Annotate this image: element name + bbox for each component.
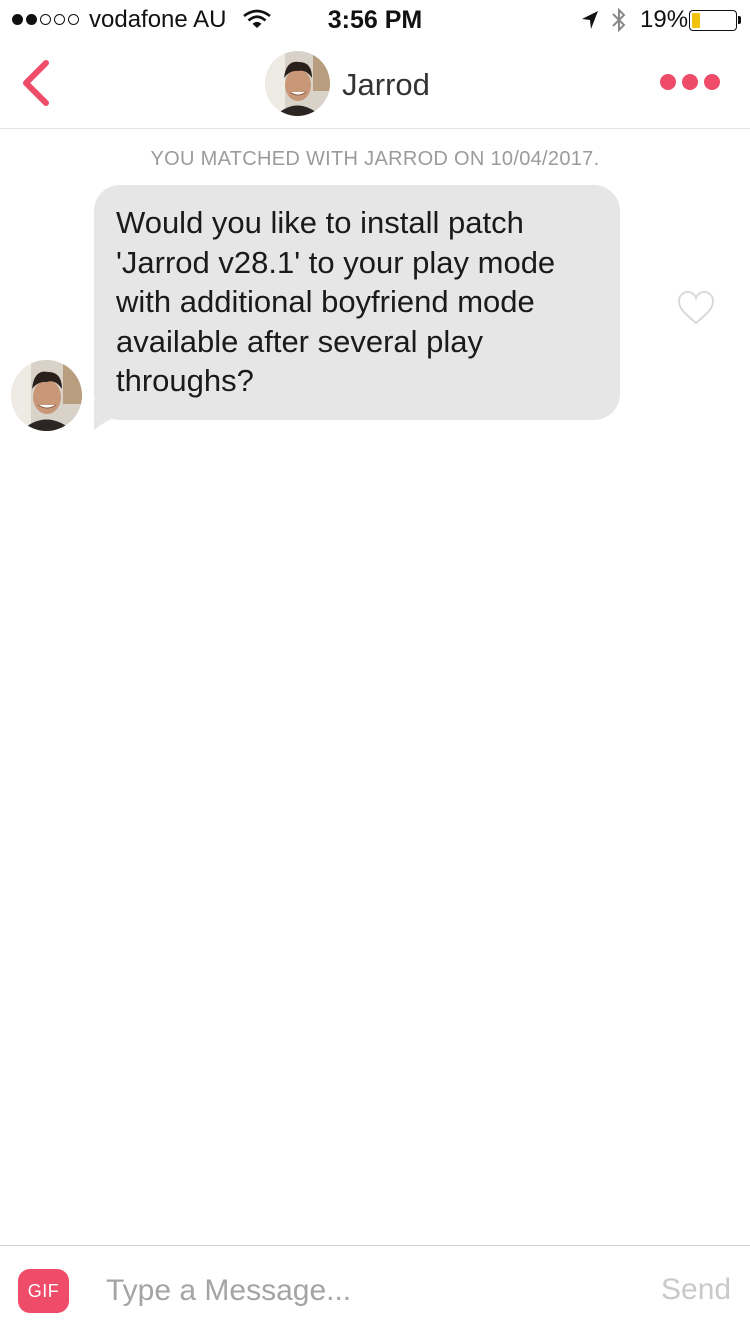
nav-bar: Jarrod xyxy=(0,40,750,129)
message-line: Would you like to install patch xyxy=(116,205,524,240)
gif-button[interactable]: GIF xyxy=(18,1269,69,1313)
clock: 3:56 PM xyxy=(327,6,423,34)
message-bubble[interactable]: Would you like to install patch 'Jarrod … xyxy=(94,185,620,420)
message-line: available after several play xyxy=(116,323,484,359)
avatar[interactable] xyxy=(265,51,330,116)
bluetooth-icon xyxy=(612,7,626,33)
message-input[interactable] xyxy=(106,1268,626,1314)
battery-icon xyxy=(689,10,737,31)
chat-screen: vodafone AU 3:56 PM 19% Jarrod YOU MATCH… xyxy=(0,0,750,1334)
location-arrow-icon xyxy=(582,11,598,29)
battery-percent: 19% xyxy=(640,6,689,33)
match-info: YOU MATCHED WITH JARROD ON 10/04/2017. xyxy=(150,148,600,170)
message-line: with additional boyfriend mode xyxy=(116,284,535,319)
more-dots-icon xyxy=(704,74,720,90)
sender-avatar[interactable] xyxy=(11,360,82,431)
page-title[interactable]: Jarrod xyxy=(342,67,430,103)
heart-icon[interactable] xyxy=(676,290,716,326)
more-dots-icon xyxy=(660,74,676,90)
chevron-left-icon[interactable] xyxy=(18,58,52,108)
message-line: 'Jarrod v28.1' to your play mode xyxy=(116,244,556,280)
status-bar: vodafone AU 3:56 PM 19% xyxy=(0,0,750,40)
send-button[interactable]: Send xyxy=(661,1273,731,1307)
battery-level xyxy=(692,13,700,28)
more-options-button[interactable] xyxy=(660,70,720,94)
battery-cap xyxy=(738,16,741,24)
message-composer: GIF Send xyxy=(0,1245,750,1334)
message-line: throughs? xyxy=(116,363,254,398)
more-dots-icon xyxy=(682,74,698,90)
